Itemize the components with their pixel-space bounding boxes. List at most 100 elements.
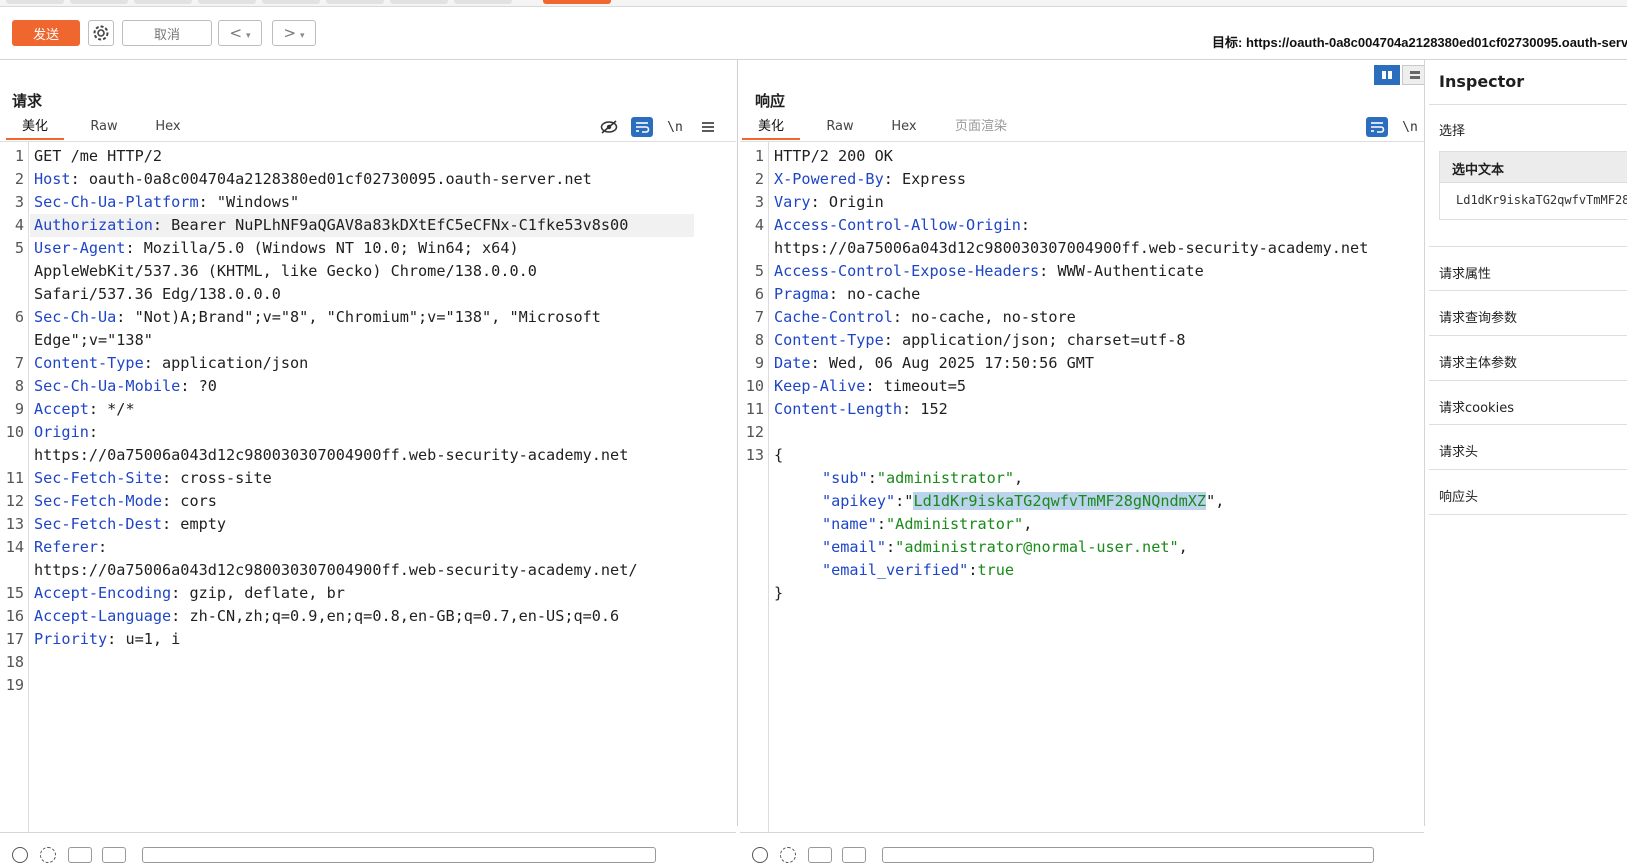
code-line: 9 Accept: */* <box>0 398 720 421</box>
inspector-section-query-params[interactable]: 请求查询参数 <box>1439 307 1517 326</box>
repeater-tab[interactable] <box>6 0 64 4</box>
hide-nonprintable-button[interactable] <box>598 117 620 137</box>
help-icon[interactable] <box>12 847 28 863</box>
line-number: 11 <box>5 469 24 487</box>
json-closing-brace: } <box>774 584 784 602</box>
repeater-tab[interactable] <box>326 0 384 4</box>
code-line-text: https://0a75006a043d12c980030307004900ff… <box>34 559 637 582</box>
line-number: 14 <box>5 538 24 556</box>
tab-hex[interactable]: Hex <box>142 116 194 138</box>
request-editor[interactable]: 1 GET /me HTTP/2 2 Host: oauth-0a8c004704a2… <box>0 145 720 697</box>
header-name: Accept-Language <box>34 607 172 625</box>
code-line: 6 Sec-Ch-Ua: "Not)A;Brand";v="8", "Chromi… <box>0 306 720 329</box>
inspector-section-cookies[interactable]: 请求cookies <box>1439 397 1514 416</box>
tab-render[interactable]: 页面渲染 <box>940 116 1022 138</box>
inspector-selection-label[interactable]: 选择 <box>1439 120 1465 139</box>
selected-text-body[interactable]: Ld1dKr9iskaTG2qwfvTmMF28gNQndmXZ <box>1439 181 1627 220</box>
show-newlines-button[interactable]: \n <box>664 117 686 137</box>
repeater-tab[interactable] <box>134 0 192 4</box>
inspector-section-request-headers[interactable]: 请求头 <box>1439 441 1478 460</box>
gear-icon[interactable] <box>780 847 796 863</box>
header-name: Priority <box>34 630 108 648</box>
code-line: 3 Sec-Ch-Ua-Platform: "Windows" <box>0 191 720 214</box>
code-line-text: Origin: <box>34 421 98 444</box>
response-title: 响应 <box>755 92 786 110</box>
tab-pretty[interactable]: 美化 <box>742 116 800 140</box>
repeater-tab[interactable] <box>198 0 256 4</box>
selected-text-header-label: 选中文本 <box>1452 163 1505 178</box>
header-value: : timeout=5 <box>865 377 967 395</box>
repeater-tab-active[interactable] <box>543 0 611 4</box>
tab-raw[interactable]: Raw <box>812 116 868 138</box>
header-name: Referer <box>34 538 99 556</box>
repeater-tab[interactable] <box>262 0 320 4</box>
line-number: 6 <box>14 308 24 326</box>
code-line-text: Edge";v="138" <box>34 329 153 352</box>
repeater-tab[interactable] <box>70 0 128 4</box>
response-editor[interactable]: 1 HTTP/2 200 OK 2 X-Powered-By: Express 3 Var… <box>740 145 1420 605</box>
wrap-icon <box>636 122 650 133</box>
json-key: "name" <box>822 515 877 533</box>
settings-button[interactable] <box>88 20 114 46</box>
help-icon[interactable] <box>752 847 768 863</box>
show-newlines-button[interactable]: \n <box>1399 117 1421 137</box>
inspector-section-response-headers[interactable]: 响应头 <box>1439 486 1478 505</box>
header-value: : WWW-Authenticate <box>1039 262 1204 280</box>
json-value: "administrator" <box>876 469 1015 487</box>
code-line-text: Content-Type: application/json <box>34 352 308 375</box>
line-number: 10 <box>745 377 764 395</box>
header-name: Vary <box>774 193 811 211</box>
json-separator: : <box>876 515 887 533</box>
layout-split-horizontal-button[interactable] <box>1374 65 1400 85</box>
menu-button[interactable] <box>697 117 719 137</box>
search-next-button[interactable] <box>102 847 126 863</box>
search-input[interactable] <box>142 847 656 863</box>
code-line-text: Cache-Control: no-cache, no-store <box>774 306 1076 329</box>
tab-hex[interactable]: Hex <box>878 116 930 138</box>
header-value: : ?0 <box>180 377 217 395</box>
history-back-button[interactable]: < ▾ <box>218 20 262 46</box>
inspector-section-request-attributes[interactable]: 请求属性 <box>1439 263 1491 282</box>
pane-splitter[interactable] <box>737 60 738 826</box>
rows-icon <box>1410 71 1420 79</box>
line-number: 6 <box>754 285 764 303</box>
json-value: "administrator@normal-user.net" <box>895 538 1179 556</box>
selected-text-header[interactable]: 选中文本 <box>1439 151 1627 183</box>
search-prev-button[interactable] <box>808 847 832 863</box>
json-separator: : <box>867 469 877 487</box>
tab-pretty[interactable]: 美化 <box>6 116 64 140</box>
line-number: 17 <box>5 630 24 648</box>
wrap-lines-button[interactable] <box>631 117 653 137</box>
dropdown-arrow-icon: ▾ <box>300 31 305 41</box>
code-line-text: Accept: */* <box>34 398 135 421</box>
line-number: 18 <box>5 653 24 671</box>
code-line-text: Accept-Language: zh-CN,zh;q=0.9,en;q=0.8… <box>34 605 619 628</box>
inspector-section-body-params[interactable]: 请求主体参数 <box>1439 352 1517 371</box>
response-pane: 响应 美化 Raw Hex 页面渲染 \n 1 HTTP/2 200 OK 2 X-P… <box>740 60 1456 863</box>
search-prev-button[interactable] <box>68 847 92 863</box>
search-input[interactable] <box>882 847 1374 863</box>
wrap-lines-button[interactable] <box>1366 117 1388 137</box>
search-next-button[interactable] <box>842 847 866 863</box>
gear-icon[interactable] <box>40 847 56 863</box>
target-url[interactable]: 目标: https://oauth-0a8c004704a2128380ed01… <box>1212 32 1627 51</box>
request-search-bar <box>0 832 736 863</box>
code-line: 3 Vary: Origin <box>740 191 1420 214</box>
code-line-text: GET /me HTTP/2 <box>34 145 162 168</box>
code-line: 1 GET /me HTTP/2 <box>0 145 720 168</box>
history-forward-button[interactable]: > ▾ <box>272 20 316 46</box>
header-name: X-Powered-By <box>774 170 884 188</box>
line-number: 9 <box>754 354 764 372</box>
repeater-tab[interactable] <box>454 0 512 4</box>
json-line-text: "apikey":"Ld1dKr9iskaTG2qwfvTmMF28gNQndm… <box>822 490 1224 513</box>
cancel-button[interactable]: 取消 <box>122 20 212 46</box>
top-tab-strip <box>0 0 1627 7</box>
tab-raw[interactable]: Raw <box>76 116 132 138</box>
repeater-tab[interactable] <box>390 0 448 4</box>
code-line-text: https://0a75006a043d12c980030307004900ff… <box>34 444 628 467</box>
line-number: 12 <box>5 492 24 510</box>
dropdown-arrow-icon: ▾ <box>246 31 251 41</box>
send-button[interactable]: 发送 <box>12 20 80 46</box>
code-line-text: Host: oauth-0a8c004704a2128380ed01cf0273… <box>34 168 592 191</box>
code-line-text: Sec-Fetch-Site: cross-site <box>34 467 272 490</box>
